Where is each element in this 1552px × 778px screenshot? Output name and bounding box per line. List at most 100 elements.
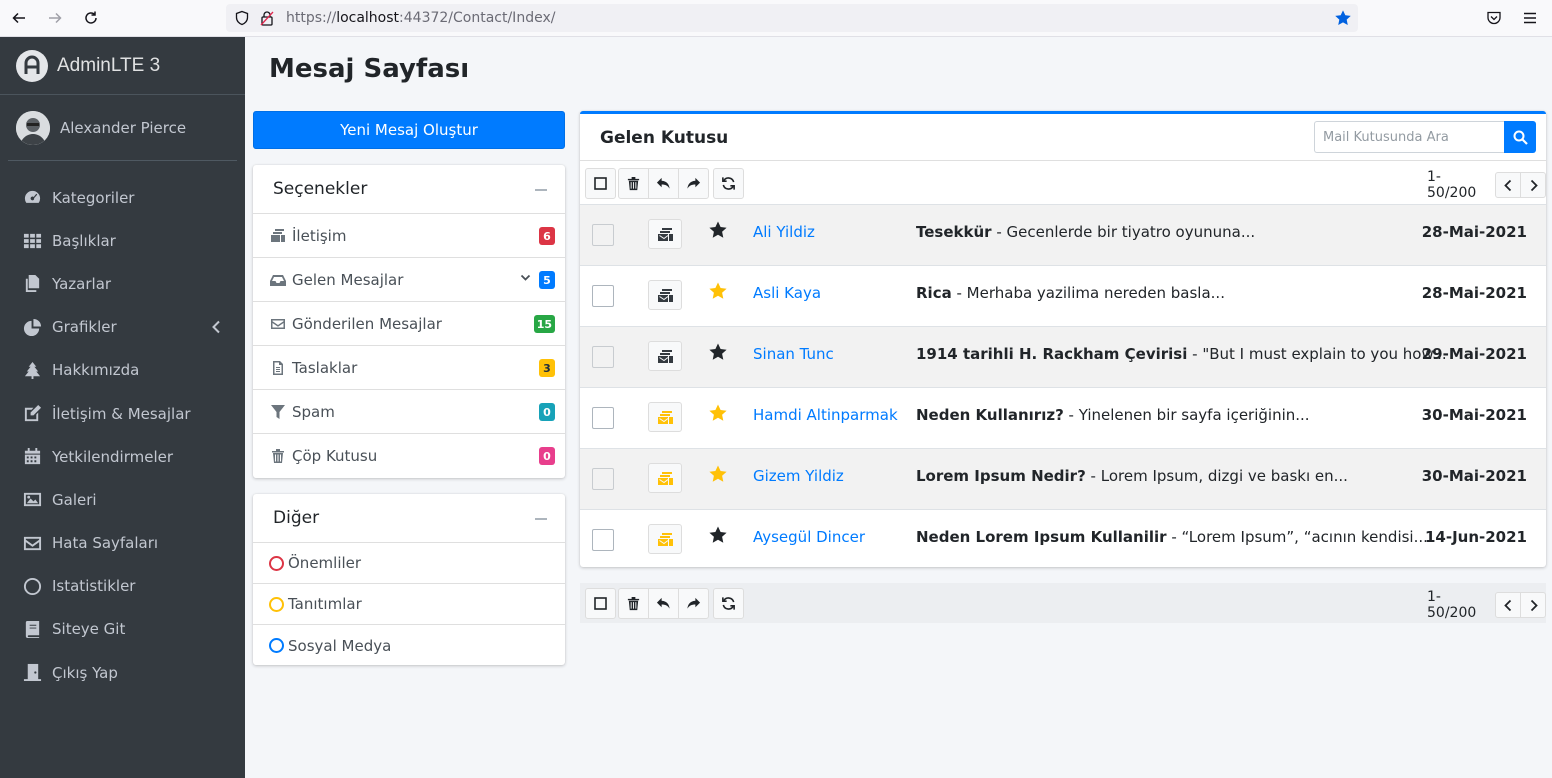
mail-sender-link[interactable]: Sinan Tunc — [753, 345, 834, 363]
mail-type-button[interactable] — [648, 463, 682, 493]
row-checkbox[interactable] — [592, 529, 614, 551]
star-icon[interactable] — [708, 403, 728, 423]
sidebar-item-yazarlar[interactable]: Yazarlar — [0, 262, 245, 305]
prev-page-button[interactable] — [1495, 592, 1521, 618]
sidebar-item-hakkimizda[interactable]: Hakkımızda — [0, 349, 245, 392]
door-icon — [22, 663, 42, 683]
mail-search-input[interactable] — [1314, 121, 1504, 153]
mail-type-button[interactable] — [648, 341, 682, 371]
mail-subject[interactable]: Neden Lorem Ipsum Kullanilir - “Lorem Ip… — [916, 528, 1428, 546]
folder-gonderilen-mesajlar[interactable]: Gönderilen Mesajlar 15 — [253, 302, 565, 346]
table-row[interactable]: Gizem Yildiz Lorem Ipsum Nedir? - Lorem I… — [580, 448, 1546, 509]
folder-gelen-mesajlar[interactable]: Gelen Mesajlar 5 — [253, 258, 565, 302]
select-all-button[interactable] — [585, 167, 616, 199]
hamburger-menu-icon[interactable] — [1522, 10, 1538, 26]
mail-type-button[interactable] — [648, 219, 682, 249]
shield-icon[interactable] — [234, 10, 250, 26]
chevron-right-icon — [1530, 179, 1538, 191]
file-text-icon — [269, 359, 287, 377]
options-card-header: Seçenekler — [253, 165, 565, 214]
square-icon — [594, 176, 607, 190]
sidebar-item-cikis-yap[interactable]: Çıkış Yap — [0, 651, 245, 694]
reload-icon[interactable] — [81, 8, 101, 28]
sidebar-item-yetkilendirmeler[interactable]: Yetkilendirmeler — [0, 435, 245, 478]
select-all-button[interactable] — [585, 587, 616, 619]
row-checkbox[interactable] — [592, 346, 614, 368]
label-tanitimlar[interactable]: Tanıtımlar — [253, 584, 565, 625]
reply-button[interactable] — [648, 587, 679, 619]
table-row[interactable]: Sinan Tunc 1914 tarihli H. Rackham Çeviri… — [580, 326, 1546, 387]
mail-sender-link[interactable]: Asli Kaya — [753, 284, 821, 302]
refresh-button[interactable] — [713, 167, 744, 199]
star-icon[interactable] — [708, 281, 728, 301]
table-row[interactable]: Aysegül Dincer Neden Lorem Ipsum Kullanil… — [580, 509, 1546, 570]
refresh-button[interactable] — [713, 587, 744, 619]
url-bar[interactable]: https://localhost:44372/Contact/Index/ — [226, 4, 1358, 32]
row-checkbox[interactable] — [592, 285, 614, 307]
tachometer-icon — [22, 188, 42, 208]
mailbox-card: Gelen Kutusu 1-50/200 — [580, 111, 1546, 567]
mail-sender-link[interactable]: Hamdi Altinparmak — [753, 406, 898, 424]
chevron-down-icon[interactable] — [520, 272, 531, 283]
mail-sender-link[interactable]: Ali Yildiz — [753, 223, 815, 241]
pocket-icon[interactable] — [1486, 10, 1502, 26]
sidebar-item-siteye-git[interactable]: Siteye Git — [0, 608, 245, 651]
envelope-icon — [269, 315, 287, 333]
sidebar-item-hata-sayfalari[interactable]: Hata Sayfaları — [0, 522, 245, 565]
mail-preview: - “Lorem Ipsum”, “acının kendisi... — [1166, 528, 1428, 546]
mail-type-button[interactable] — [648, 280, 682, 310]
forward-button[interactable] — [678, 587, 709, 619]
back-arrow-icon[interactable] — [9, 8, 29, 28]
mailbox-title: Gelen Kutusu — [600, 128, 729, 148]
forward-button[interactable] — [678, 167, 709, 199]
brand-link[interactable]: AdminLTE 3 — [0, 37, 245, 95]
sidebar-item-istatistikler[interactable]: Istatistikler — [0, 565, 245, 608]
table-row[interactable]: Hamdi Altinparmak Neden Kullanırız? - Yin… — [580, 387, 1546, 448]
user-name[interactable]: Alexander Pierce — [60, 119, 186, 137]
star-icon[interactable] — [708, 220, 728, 240]
image-icon — [22, 490, 42, 510]
minus-icon[interactable] — [535, 189, 547, 191]
mail-subject[interactable]: 1914 tarihli H. Rackham Çevirisi - "But … — [916, 345, 1447, 363]
mail-type-button[interactable] — [648, 402, 682, 432]
mail-subject[interactable]: Neden Kullanırız? - Yinelenen bir sayfa … — [916, 406, 1310, 424]
delete-button[interactable] — [618, 587, 649, 619]
prev-page-button[interactable] — [1495, 172, 1521, 198]
user-panel[interactable]: Alexander Pierce — [8, 95, 237, 161]
mail-subject[interactable]: Lorem Ipsum Nedir? - Lorem Ipsum, dizgi … — [916, 467, 1348, 485]
next-page-button[interactable] — [1520, 592, 1546, 618]
sidebar-item-iletisim-mesajlar[interactable]: İletişim & Mesajlar — [0, 392, 245, 435]
mail-subject[interactable]: Tesekkür - Gecenlerde bir tiyatro oyunun… — [916, 223, 1255, 241]
sidebar-item-galeri[interactable]: Galeri — [0, 478, 245, 521]
search-button[interactable] — [1504, 121, 1536, 153]
folder-cop-kutusu[interactable]: Çöp Kutusu 0 — [253, 434, 565, 478]
next-page-button[interactable] — [1520, 172, 1546, 198]
mail-type-button[interactable] — [648, 524, 682, 554]
sidebar-item-grafikler[interactable]: Grafikler — [0, 306, 245, 349]
bookmark-star-icon[interactable] — [1334, 9, 1352, 27]
folder-taslaklar[interactable]: Taslaklar 3 — [253, 346, 565, 390]
mail-sender-link[interactable]: Aysegül Dincer — [753, 528, 865, 546]
lock-icon[interactable] — [260, 10, 274, 26]
forward-arrow-icon[interactable] — [45, 8, 65, 28]
star-icon[interactable] — [708, 464, 728, 484]
row-checkbox[interactable] — [592, 407, 614, 429]
label-onemliler[interactable]: Önemliler — [253, 543, 565, 584]
delete-button[interactable] — [618, 167, 649, 199]
sidebar-item-basliklar[interactable]: Başlıklar — [0, 219, 245, 262]
mail-subject[interactable]: Rica - Merhaba yazilima nereden basla... — [916, 284, 1225, 302]
sidebar-item-kategoriler[interactable]: Kategoriler — [0, 176, 245, 219]
star-icon[interactable] — [708, 525, 728, 545]
table-row[interactable]: Asli Kaya Rica - Merhaba yazilima nereden… — [580, 265, 1546, 326]
minus-icon[interactable] — [535, 518, 547, 520]
folder-spam[interactable]: Spam 0 — [253, 390, 565, 434]
mail-sender-link[interactable]: Gizem Yildiz — [753, 467, 844, 485]
table-row[interactable]: Ali Yildiz Tesekkür - Gecenlerde bir tiya… — [580, 204, 1546, 265]
reply-button[interactable] — [648, 167, 679, 199]
label-sosyal-medya[interactable]: Sosyal Medya — [253, 625, 565, 666]
row-checkbox[interactable] — [592, 224, 614, 246]
new-message-button[interactable]: Yeni Mesaj Oluştur — [253, 111, 565, 149]
star-icon[interactable] — [708, 342, 728, 362]
row-checkbox[interactable] — [592, 468, 614, 490]
folder-iletisim[interactable]: İletişim 6 — [253, 214, 565, 258]
